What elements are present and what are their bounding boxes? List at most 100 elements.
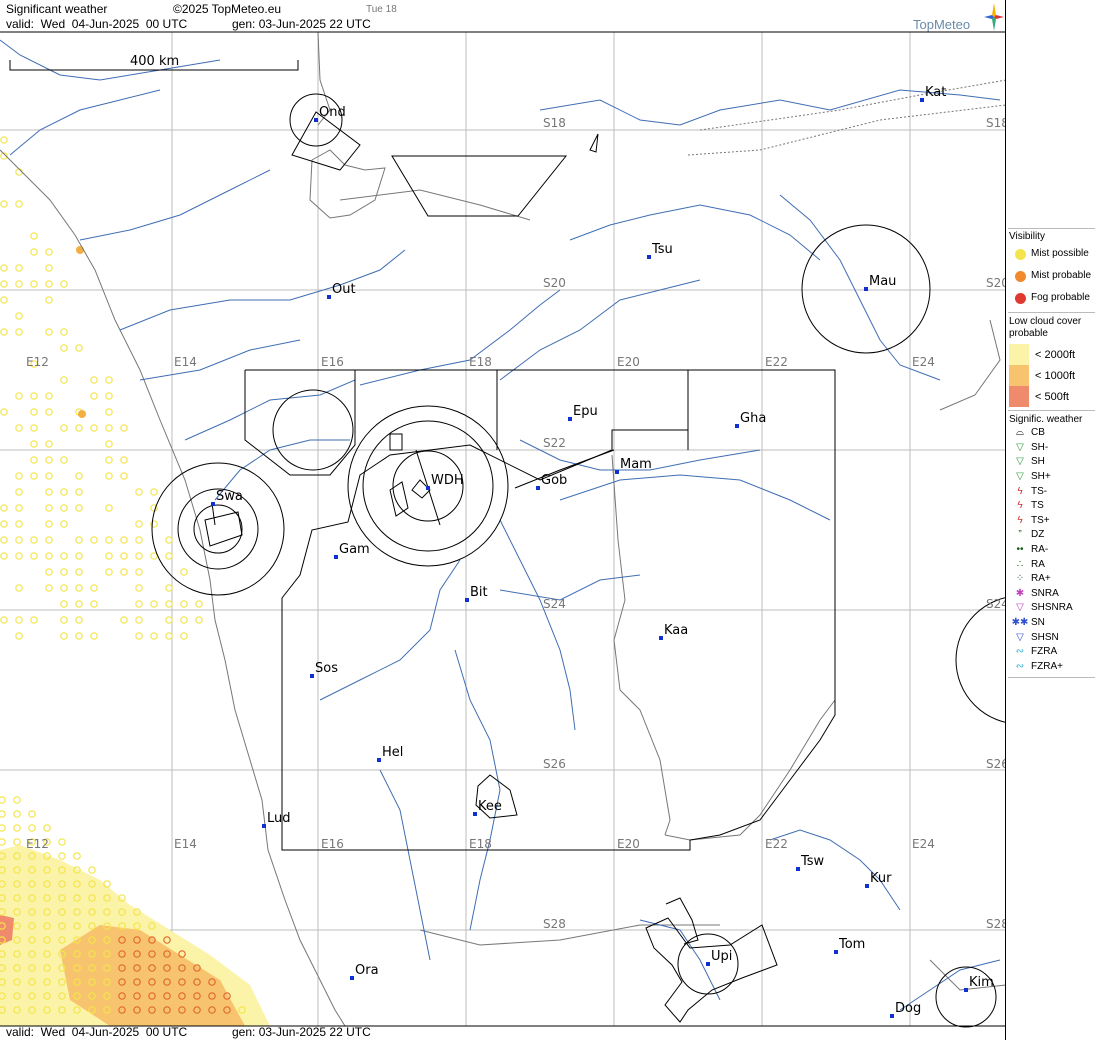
legend-label: SNRA (1031, 588, 1059, 600)
snow-shower-icon: ▽ (1009, 632, 1031, 644)
lon-label: E12 (26, 837, 49, 851)
legend-sigwx-item: ⌓ CB (1009, 426, 1097, 441)
lon-label: E14 (174, 837, 197, 851)
city-marker (964, 988, 968, 992)
valid-time: valid: Wed 04-Jun-2025 00 UTC (6, 17, 187, 31)
city-kee[interactable]: Kee (473, 799, 502, 816)
rivers (0, 40, 1000, 1010)
city-marker (310, 674, 314, 678)
legend-label: RA+ (1031, 573, 1051, 585)
scale-bar-label: 400 km (130, 54, 179, 69)
legend-sigwx-item: ” DZ (1009, 528, 1097, 543)
lon-label: E20 (617, 355, 640, 369)
city-ond[interactable]: Ond (314, 105, 346, 122)
city-tom[interactable]: Tom (834, 937, 865, 954)
city-gam[interactable]: Gam (334, 542, 370, 559)
freezing-rain-heavy-icon: ∾ (1009, 661, 1031, 673)
legend-sigwx-item: ∴ RA (1009, 557, 1097, 572)
city-kat[interactable]: Kat (920, 85, 946, 102)
lat-label: S28 (986, 917, 1006, 931)
footer-valid-time: valid: Wed 04-Jun-2025 00 UTC (6, 1025, 187, 1039)
rain-heavy-icon: ⁘ (1009, 573, 1031, 585)
city-label: Gam (339, 542, 370, 557)
city-gob[interactable]: Gob (536, 473, 567, 490)
city-label: Tsw (800, 854, 825, 869)
city-label: Out (332, 282, 356, 297)
city-marker (735, 424, 739, 428)
city-marker (647, 255, 651, 259)
legend-sigwx-item: ▽ SHSNRA (1009, 601, 1097, 616)
city-sos[interactable]: Sos (310, 661, 338, 678)
legend-sigwx-item: ϟ TS- (1009, 484, 1097, 499)
city-marker (426, 486, 430, 490)
visibility-dot-icon (1015, 249, 1026, 260)
weather-map[interactable]: 400 km E12 E14 E16 E18 E20 E22 E24 E12 E14 E16 E18… (0, 0, 1006, 1040)
lat-label: S22 (543, 436, 566, 450)
city-swa[interactable]: Swa (211, 489, 243, 506)
city-label: Mau (869, 274, 896, 289)
legend-label: SH- (1031, 442, 1048, 454)
legend-label: Mist probable (1031, 270, 1091, 282)
brand-logo-text[interactable]: TopMeteo (913, 18, 970, 32)
city-epu[interactable]: Epu (568, 404, 598, 421)
shower-light-icon: ▽ (1009, 442, 1031, 454)
low-cloud-swatch (1009, 386, 1029, 407)
lon-label: E20 (617, 837, 640, 851)
city-out[interactable]: Out (327, 282, 356, 299)
lon-label: E14 (174, 355, 197, 369)
city-marker (327, 295, 331, 299)
city-kur[interactable]: Kur (865, 871, 892, 888)
legend-panel: Visibility Mist possible Mist probable Fog… (1006, 228, 1097, 681)
city-kim[interactable]: Kim (964, 975, 994, 992)
legend-label: SHSNRA (1031, 602, 1073, 614)
cb-icon: ⌓ (1009, 427, 1031, 439)
legend-label: Mist possible (1031, 248, 1089, 260)
legend-sigwx-item: ⁘ RA+ (1009, 572, 1097, 587)
cities: Ond Kat Out Tsu Mau Epu Gha Swa WDH Gob Mam Gam Bit K… (211, 85, 994, 1018)
city-lud[interactable]: Lud (262, 811, 291, 828)
visibility-dot-icon (1015, 293, 1026, 304)
lon-label: E18 (469, 355, 492, 369)
legend-visibility-item: Fog probable (1009, 287, 1097, 309)
legend-visibility-title: Visibility (1009, 231, 1097, 243)
city-marker (659, 636, 663, 640)
sleet-shower-icon: ▽ (1009, 602, 1031, 614)
city-mam[interactable]: Mam (615, 457, 652, 474)
city-marker (706, 962, 710, 966)
city-tsw[interactable]: Tsw (796, 854, 825, 871)
city-label: Bit (470, 585, 488, 600)
legend-visibility-item: Mist probable (1009, 265, 1097, 287)
city-dog[interactable]: Dog (890, 1001, 921, 1018)
city-wdh[interactable]: WDH (426, 473, 464, 490)
legend-label: FZRA (1031, 646, 1057, 658)
city-gha[interactable]: Gha (735, 411, 766, 428)
lat-label: S24 (543, 597, 566, 611)
legend-label: SH+ (1031, 471, 1051, 483)
rain-icon: ∴ (1009, 559, 1031, 571)
city-bit[interactable]: Bit (465, 585, 488, 602)
legend-label: SHSN (1031, 632, 1059, 644)
city-tsu[interactable]: Tsu (647, 242, 673, 259)
legend-label: RA- (1031, 544, 1048, 556)
city-kaa[interactable]: Kaa (659, 623, 688, 640)
city-marker (377, 758, 381, 762)
copyright: ©2025 TopMeteo.eu (173, 2, 281, 16)
city-marker (890, 1014, 894, 1018)
city-marker (473, 812, 477, 816)
city-label: Tom (838, 937, 865, 952)
thunder-icon: ϟ (1009, 500, 1031, 512)
lat-label: S26 (986, 757, 1006, 771)
lon-label: E16 (321, 837, 344, 851)
legend-label: DZ (1031, 529, 1044, 541)
lon-label: E16 (321, 355, 344, 369)
city-upi[interactable]: Upi (706, 949, 732, 966)
legend-label: TS (1031, 500, 1044, 512)
city-label: Dog (895, 1001, 921, 1016)
lat-label: S18 (543, 116, 566, 130)
city-hel[interactable]: Hel (377, 745, 403, 762)
rain-light-icon: •• (1009, 544, 1031, 556)
legend-label: SN (1031, 617, 1045, 629)
lon-label: E12 (26, 355, 49, 369)
city-ora[interactable]: Ora (350, 963, 379, 980)
city-mau[interactable]: Mau (864, 274, 896, 291)
